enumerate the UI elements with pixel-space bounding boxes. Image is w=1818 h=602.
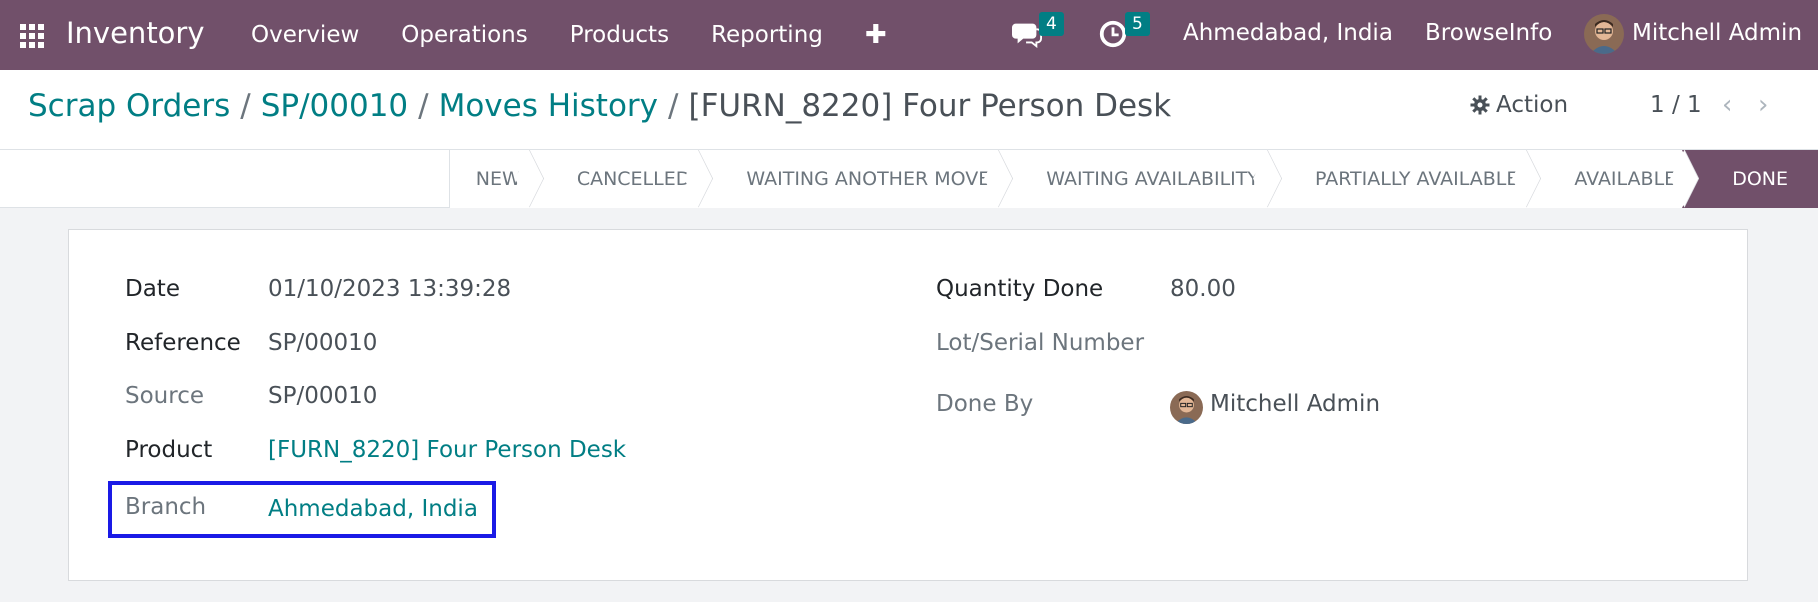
menu-products[interactable]: Products [549,22,690,48]
breadcrumb-separator: / [418,88,429,124]
status-cancelled[interactable]: CANCELLED [540,150,711,208]
gear-icon [1470,95,1490,115]
status-bar: NEW CANCELLED WAITING ANOTHER MOVE WAITI… [0,150,1818,208]
clock-icon [1099,20,1127,48]
messages-badge: 4 [1039,12,1064,36]
status-new[interactable]: NEW [448,150,541,208]
messages-button[interactable]: 4 [1012,12,1064,52]
source-label: Source [125,383,204,409]
main-menu: Overview Operations Products Reporting ✚ [230,0,908,70]
action-button[interactable]: Action [1470,92,1568,118]
control-panel: Scrap Orders / SP/00010/Moves History / [FUR… [0,70,1818,150]
quantity-done-value: 80.00 [1170,276,1236,302]
breadcrumb-scrap-orders[interactable]: Scrap Orders [28,88,230,124]
chat-icon [1012,23,1042,49]
status-waiting-another-move[interactable]: WAITING ANOTHER MOVE [710,150,1011,208]
branch-link[interactable]: Ahmedabad, India [268,496,478,522]
browseinfo-link[interactable]: BrowseInfo [1425,20,1552,46]
breadcrumb-moves-history[interactable]: Moves History [439,88,658,124]
app-name[interactable]: Inventory [66,16,205,50]
reference-value: SP/00010 [268,330,378,356]
top-navbar: Inventory Overview Operations Products R… [0,0,1818,70]
action-label: Action [1496,92,1569,118]
pager-value[interactable]: 1 / 1 [1650,92,1702,118]
source-value: SP/00010 [268,383,378,409]
plus-icon[interactable]: ✚ [844,20,908,50]
user-menu[interactable]: Mitchell Admin [1632,20,1802,46]
lot-serial-label: Lot/Serial Number [936,330,1145,356]
reference-label: Reference [125,330,241,356]
date-label: Date [125,276,180,302]
status-done[interactable]: DONE [1682,150,1818,208]
pager-next-icon[interactable]: › [1758,90,1768,120]
done-by-label: Done By [936,391,1034,417]
product-link[interactable]: [FURN_8220] Four Person Desk [268,437,626,463]
date-value: 01/10/2023 13:39:28 [268,276,512,302]
status-partially-available[interactable]: PARTIALLY AVAILABLE [1279,150,1539,208]
branch-label: Branch [125,494,207,520]
breadcrumb-scrap-record[interactable]: SP/00010 [261,88,408,124]
done-by-avatar [1170,391,1203,424]
status-available[interactable]: AVAILABLE [1538,150,1697,208]
apps-menu-icon[interactable] [20,24,44,48]
breadcrumb-current: [FURN_8220] Four Person Desk [688,88,1172,124]
status-waiting-availability[interactable]: WAITING AVAILABILITY [1010,150,1279,208]
activities-button[interactable]: 5 [1098,12,1150,52]
status-steps: NEW CANCELLED WAITING ANOTHER MOVE WAITI… [448,150,1818,208]
breadcrumb-separator: / [240,88,251,124]
menu-operations[interactable]: Operations [380,22,548,48]
pager-previous-icon[interactable]: ‹ [1722,90,1732,120]
done-by-value[interactable]: Mitchell Admin [1210,391,1380,417]
user-avatar[interactable] [1584,14,1624,54]
product-label: Product [125,437,213,463]
company-switcher[interactable]: Ahmedabad, India [1183,20,1393,46]
menu-overview[interactable]: Overview [230,22,380,48]
menu-reporting[interactable]: Reporting [690,22,844,48]
breadcrumb: Scrap Orders / SP/00010/Moves History / [FUR… [28,88,1171,124]
breadcrumb-separator: / [668,88,679,124]
quantity-done-label: Quantity Done [936,276,1104,302]
activities-badge: 5 [1125,12,1150,36]
